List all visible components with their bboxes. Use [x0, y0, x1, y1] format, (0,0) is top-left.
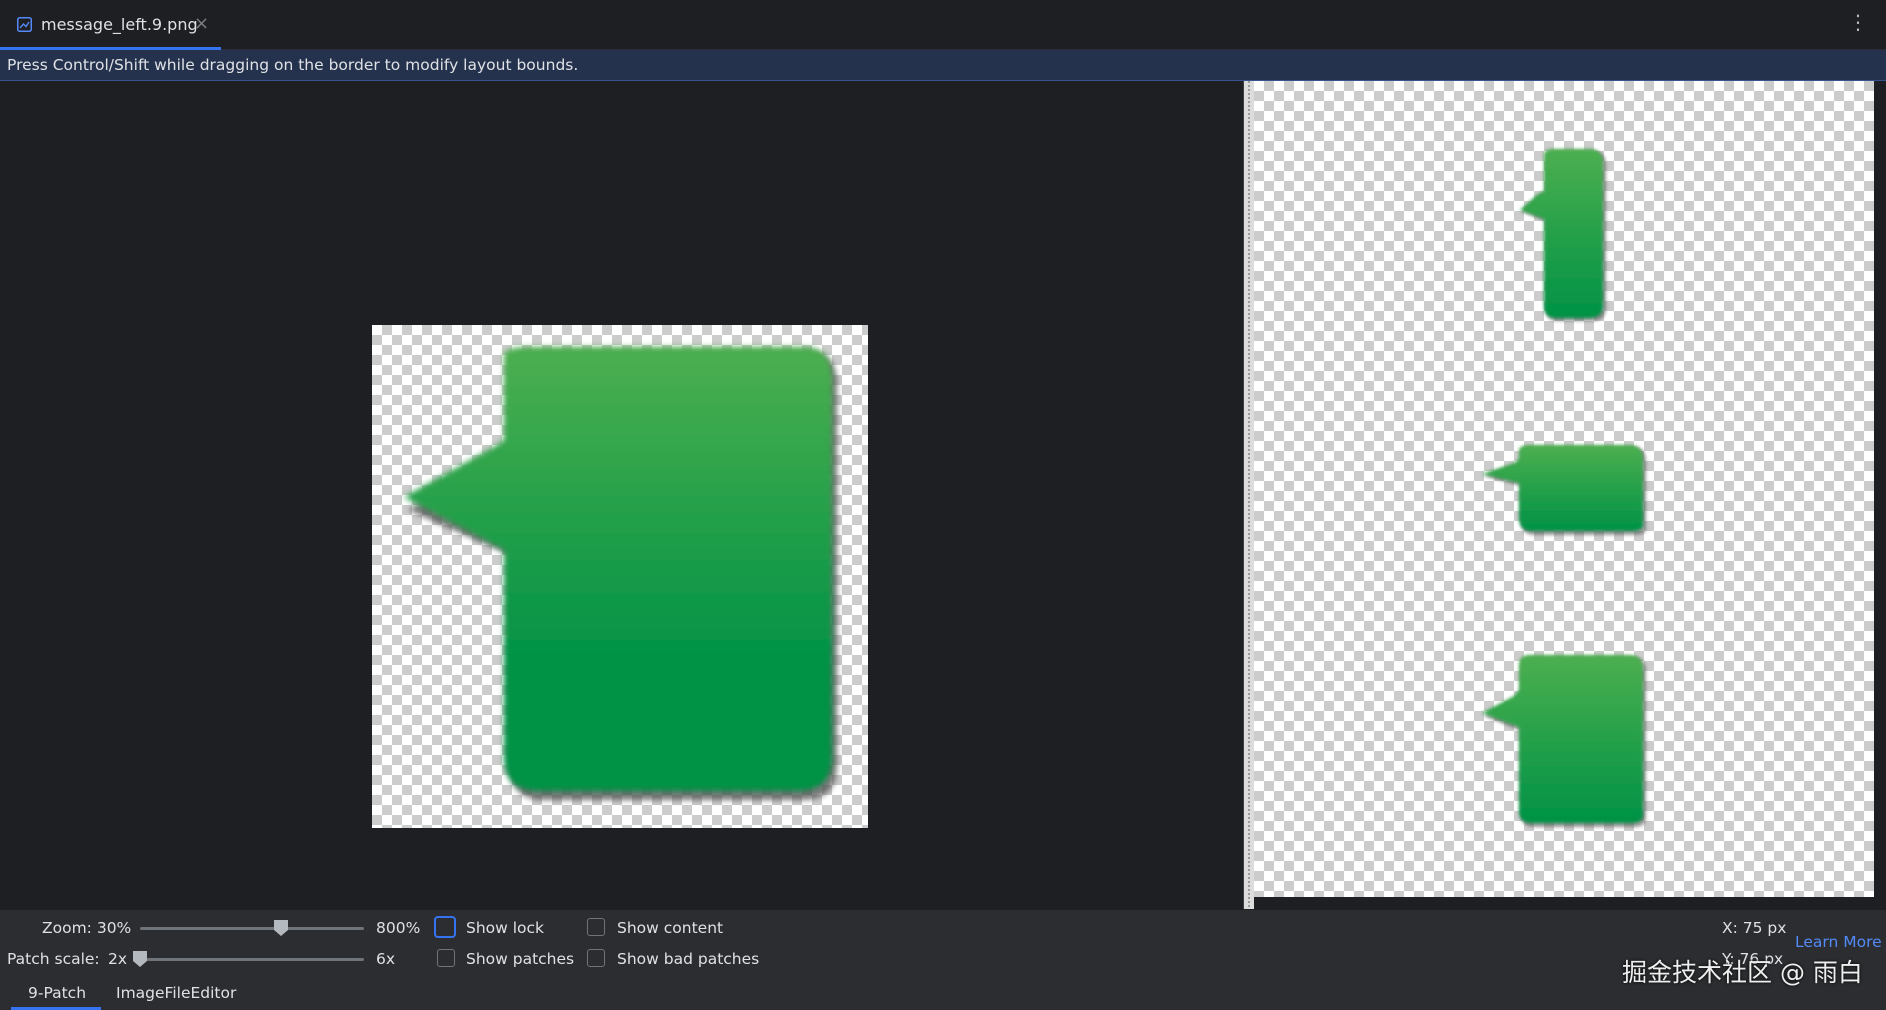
show-patches-label: Show patches [466, 950, 575, 968]
tab-label: message_left.9.png [41, 15, 198, 34]
patch-scale-label: Patch scale: [7, 950, 100, 968]
zoom-max-label: 800% [376, 919, 421, 937]
patch-scale-slider-track[interactable] [140, 958, 364, 961]
more-vertical-icon[interactable]: ⋮ [1848, 12, 1868, 32]
zoom-label: Zoom: 30% [42, 919, 132, 937]
info-banner: Press Control/Shift while dragging on th… [0, 50, 1886, 81]
patch-scale-slider-thumb[interactable] [132, 950, 148, 968]
speech-bubble-image [404, 347, 837, 800]
nine-patch-image[interactable] [372, 325, 868, 828]
editor-tab[interactable]: message_left.9.png × [0, 0, 221, 50]
show-patches-checkbox[interactable] [437, 949, 455, 967]
show-lock-label: Show lock [466, 919, 545, 937]
stretch-previews [1482, 149, 1646, 827]
show-bad-patches-checkbox[interactable] [587, 949, 605, 967]
stretch-preview-pane [1254, 81, 1874, 897]
both-stretch-preview [1482, 655, 1646, 827]
nine-patch-toolbar: Zoom: 30% 800% Show lock Show content Pa… [0, 909, 1886, 981]
tab-nine-patch[interactable]: 9-Patch [28, 984, 86, 1002]
close-icon[interactable]: × [194, 13, 209, 34]
cursor-x-coordinate: X: 75 px [1722, 919, 1787, 937]
patch-scale-min-label: 2x [108, 950, 128, 968]
zoom-slider-thumb[interactable] [273, 919, 289, 937]
patch-scale-max-label: 6x [376, 950, 396, 968]
editor-mode-tabs: 9-Patch ImageFileEditor [0, 981, 1886, 1010]
show-bad-patches-label: Show bad patches [617, 950, 760, 968]
vertical-stretch-preview [1520, 149, 1606, 321]
preview-splitter[interactable] [1243, 81, 1254, 909]
horizontal-stretch-preview [1482, 445, 1646, 535]
editor-tab-bar: message_left.9.png × ⋮ [0, 0, 1886, 50]
show-lock-checkbox[interactable] [434, 916, 456, 938]
tab-image-file-editor[interactable]: ImageFileEditor [116, 984, 236, 1002]
banner-text: Press Control/Shift while dragging on th… [7, 56, 579, 74]
image-file-icon [17, 17, 32, 32]
nine-patch-editor-canvas[interactable] [0, 81, 1242, 909]
show-content-label: Show content [617, 919, 724, 937]
learn-more-link[interactable]: Learn More [1795, 933, 1882, 951]
site-watermark: 掘金技术社区 @ 雨白 [1622, 958, 1863, 987]
show-content-checkbox[interactable] [587, 918, 605, 936]
zoom-slider-track[interactable] [140, 927, 364, 930]
